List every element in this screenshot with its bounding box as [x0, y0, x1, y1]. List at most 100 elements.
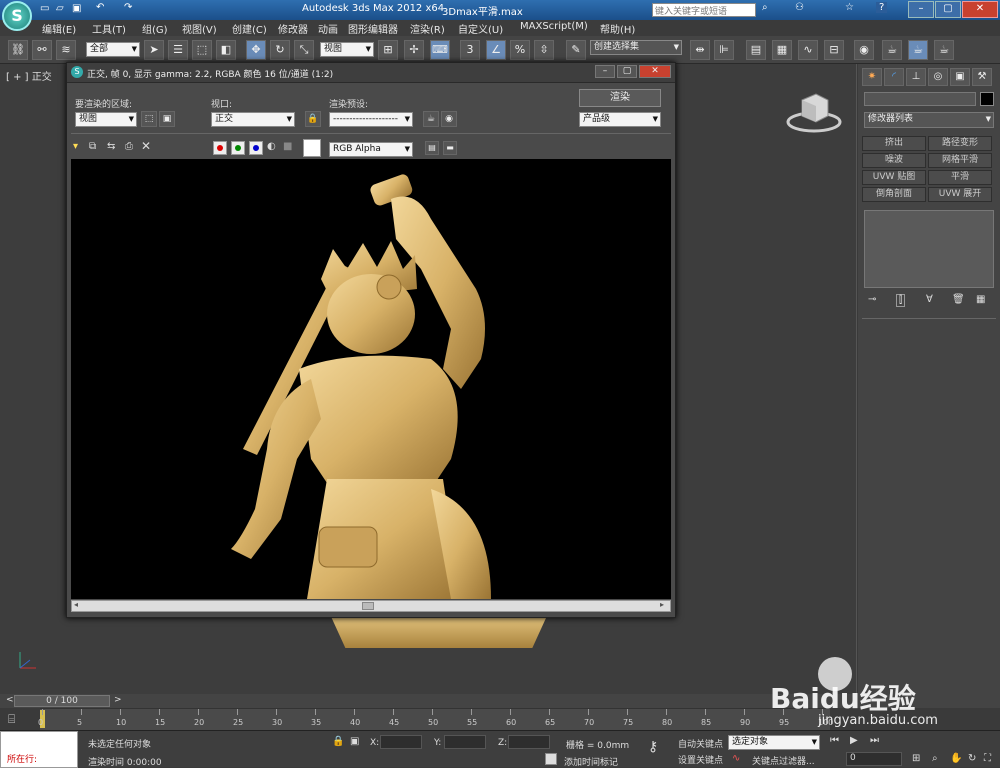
link-icon[interactable]: ⛓	[8, 40, 28, 60]
lock-viewport-icon[interactable]: 🔒	[305, 111, 321, 127]
modifier-uvw-map-button[interactable]: UVW 贴图	[862, 170, 926, 185]
mirror-icon[interactable]: ⇹	[690, 40, 710, 60]
blue-channel-toggle[interactable]	[249, 141, 263, 155]
time-slider-thumb[interactable]: 0 / 100	[14, 695, 110, 707]
render-preset-dropdown[interactable]: --------------------	[329, 112, 413, 127]
render-area-dropdown[interactable]: 视图	[75, 112, 137, 127]
menu-maxscript[interactable]: MAXScript(M)	[520, 21, 588, 32]
modifier-unwrap-uvw-button[interactable]: UVW 展开	[928, 187, 992, 202]
zoom-icon[interactable]: ⌕	[932, 753, 938, 764]
viewport-label[interactable]: [ + ] 正交	[6, 68, 52, 83]
curve-editor-icon[interactable]: ∿	[798, 40, 818, 60]
unlink-icon[interactable]: ⚯	[32, 40, 52, 60]
show-end-result-icon[interactable]: ⫿	[896, 294, 906, 307]
modifier-meshsmooth-button[interactable]: 网格平滑	[928, 153, 992, 168]
clear-image-icon[interactable]: ✕	[141, 139, 151, 153]
quick-access-open-icon[interactable]: ▱	[56, 3, 64, 14]
x-coordinate-field[interactable]	[380, 735, 422, 749]
menu-rendering[interactable]: 渲染(R)	[410, 21, 445, 36]
object-name-field[interactable]	[864, 92, 976, 106]
scroll-thumb[interactable]	[362, 602, 374, 610]
render-setup-small-icon[interactable]: ☕	[423, 111, 439, 127]
current-frame-field[interactable]: 0	[846, 752, 902, 766]
time-slider-next-icon[interactable]: >	[114, 695, 122, 705]
render-quality-dropdown[interactable]: 产品级	[579, 112, 661, 127]
scroll-left-icon[interactable]: ◂	[74, 600, 78, 609]
viewcube-icon[interactable]	[784, 86, 844, 134]
modify-tab-icon[interactable]: ◜	[884, 68, 904, 86]
copy-image-icon[interactable]: ⧉	[89, 141, 96, 152]
render-setup-icon[interactable]: ☕	[882, 40, 902, 60]
select-manipulate-icon[interactable]: ✢	[404, 40, 424, 60]
clone-window-icon[interactable]: ⇆	[107, 141, 115, 152]
mini-curve-editor-icon[interactable]: ⌸	[8, 712, 15, 727]
edit-named-selection-icon[interactable]: ✎	[566, 40, 586, 60]
modifier-list-dropdown[interactable]: 修改器列表	[864, 112, 994, 128]
pan-icon[interactable]: ✋	[950, 753, 962, 764]
modifier-noise-button[interactable]: 噪波	[862, 153, 926, 168]
key-filter-icon[interactable]: ∿	[732, 753, 740, 764]
select-object-icon[interactable]: ➤	[144, 40, 164, 60]
orbit-icon[interactable]: ↻	[968, 753, 976, 764]
window-crossing-icon[interactable]: ◧	[216, 40, 236, 60]
render-window-minimize-button[interactable]: –	[595, 65, 615, 78]
green-channel-toggle[interactable]	[231, 141, 245, 155]
environment-icon[interactable]: ◉	[441, 111, 457, 127]
menu-tools[interactable]: 工具(T)	[92, 21, 126, 36]
render-button[interactable]: 渲染	[579, 89, 661, 107]
y-coordinate-field[interactable]	[444, 735, 486, 749]
help-icon[interactable]: ?	[876, 2, 888, 13]
display-tab-icon[interactable]: ▣	[950, 68, 970, 86]
add-time-tag-icon[interactable]	[545, 753, 557, 765]
time-slider-prev-icon[interactable]: <	[6, 695, 14, 705]
scale-icon[interactable]: ⤡	[294, 40, 314, 60]
add-time-tag-text[interactable]: 添加时间标记	[564, 755, 618, 768]
menu-customize[interactable]: 自定义(U)	[458, 21, 503, 36]
search-input[interactable]: 键入关键字或短语	[652, 3, 756, 17]
redo-icon[interactable]: ↷	[124, 2, 132, 13]
viewport-select-dropdown[interactable]: 正交	[211, 112, 295, 127]
angle-snap-icon[interactable]: ∠	[486, 40, 506, 60]
communication-icon[interactable]: ⚇	[795, 2, 804, 13]
spinner-snap-icon[interactable]: ⇳	[534, 40, 554, 60]
bind-space-warp-icon[interactable]: ≋	[56, 40, 76, 60]
rect-selection-icon[interactable]: ⬚	[192, 40, 212, 60]
go-to-end-icon[interactable]: ⏭	[870, 735, 879, 746]
close-button[interactable]: ✕	[962, 1, 998, 18]
key-filters-button[interactable]: 关键点过滤器...	[752, 754, 815, 767]
move-icon[interactable]: ✥	[246, 40, 266, 60]
favorites-icon[interactable]: ☆	[845, 2, 854, 13]
set-key-button[interactable]: 设置关键点	[678, 753, 723, 766]
menu-help[interactable]: 帮助(H)	[600, 21, 635, 36]
menu-modifiers[interactable]: 修改器	[278, 21, 308, 36]
modifier-smooth-button[interactable]: 平滑	[928, 170, 992, 185]
menu-view[interactable]: 视图(V)	[182, 21, 217, 36]
play-icon[interactable]: ▶	[850, 735, 858, 746]
set-key-icon[interactable]: ⚷	[648, 739, 658, 755]
keyboard-shortcut-icon[interactable]: ⌨	[430, 40, 450, 60]
menu-animation[interactable]: 动画	[318, 21, 338, 36]
make-unique-icon[interactable]: ∀	[926, 294, 933, 305]
hierarchy-tab-icon[interactable]: ⊥	[906, 68, 926, 86]
minimize-button[interactable]: –	[908, 1, 934, 18]
modifier-path-deform-button[interactable]: 路径变形	[928, 136, 992, 151]
edit-region-icon[interactable]: ⬚	[141, 111, 157, 127]
undo-icon[interactable]: ↶	[96, 2, 104, 13]
save-image-icon[interactable]: ▾	[73, 141, 78, 152]
z-coordinate-field[interactable]	[508, 735, 550, 749]
motion-tab-icon[interactable]: ◎	[928, 68, 948, 86]
zoom-extents-icon[interactable]: ⊞	[912, 753, 920, 764]
menu-group[interactable]: 组(G)	[142, 21, 168, 36]
render-window-maximize-button[interactable]: ▢	[617, 65, 637, 78]
percent-snap-icon[interactable]: %	[510, 40, 530, 60]
menu-graph-editors[interactable]: 图形编辑器	[348, 21, 398, 36]
toggle-ui-overlay-icon[interactable]: ▤	[425, 141, 439, 155]
align-icon[interactable]: ⊫	[714, 40, 734, 60]
remove-modifier-icon[interactable]: 🗑	[952, 294, 965, 305]
maximize-viewport-icon[interactable]: ⛶	[984, 753, 991, 764]
schematic-view-icon[interactable]: ⊟	[824, 40, 844, 60]
modifier-bevel-profile-button[interactable]: 倒角剖面	[862, 187, 926, 202]
layer-manager-icon[interactable]: ▤	[746, 40, 766, 60]
rendered-frame-window-icon[interactable]: ☕	[908, 40, 928, 60]
key-selection-dropdown[interactable]: 选定对象	[728, 735, 820, 750]
